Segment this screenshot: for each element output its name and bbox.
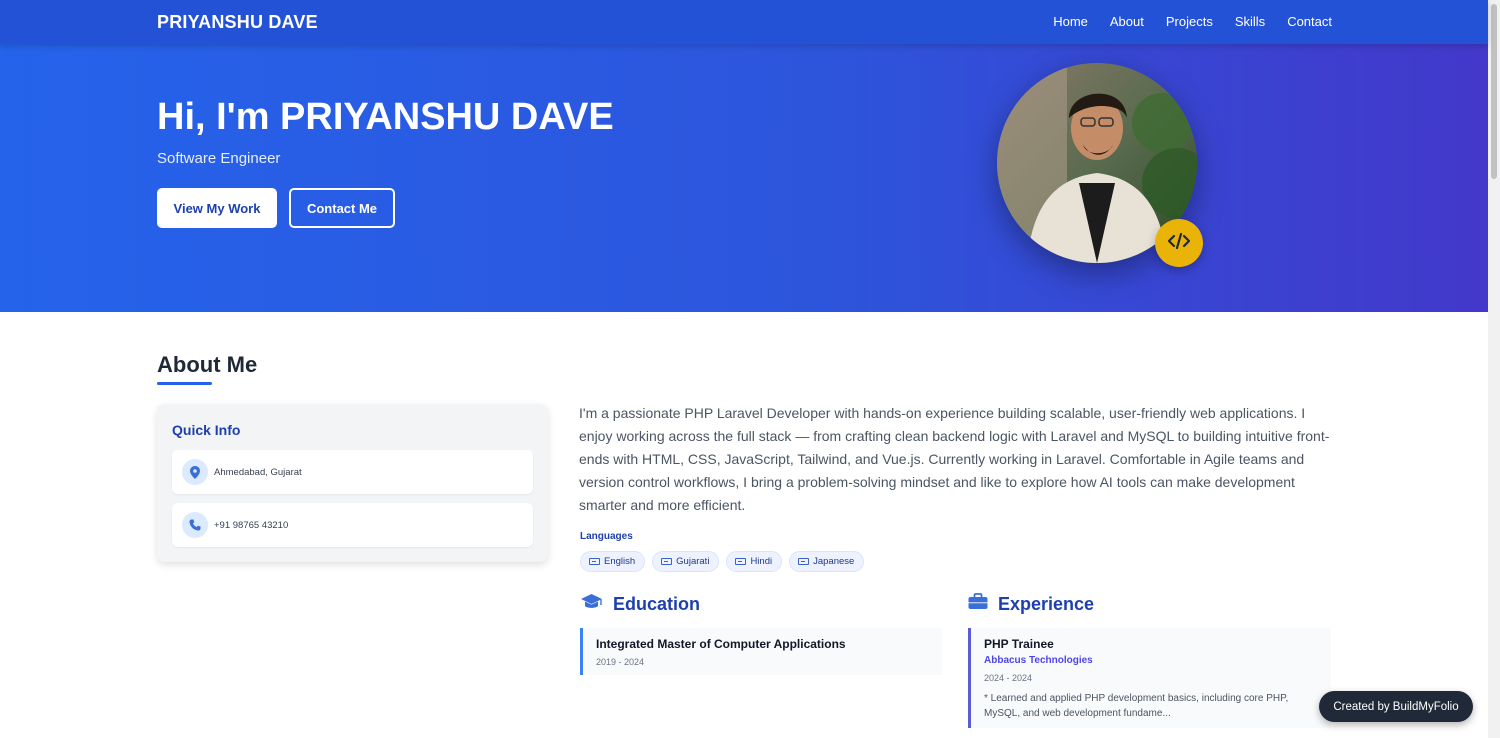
- top-navbar: PRIYANSHU DAVE Home About Projects Skill…: [0, 0, 1488, 44]
- experience-description: * Learned and applied PHP development ba…: [984, 693, 1289, 719]
- graduation-cap-icon: [580, 593, 603, 616]
- phone-text: +91 98765 43210: [214, 519, 289, 531]
- location-pin-icon: [182, 459, 208, 485]
- company-name: Abbacus Technologies: [984, 655, 1093, 666]
- role-title: PHP Trainee: [984, 637, 1054, 651]
- location-row: Ahmedabad, Gujarat: [172, 450, 533, 494]
- experience-title: Experience: [998, 593, 1095, 614]
- code-icon: [1167, 232, 1191, 254]
- language-icon: [589, 558, 600, 565]
- experience-heading: Experience: [968, 593, 1094, 615]
- briefcase-icon: [968, 593, 988, 615]
- language-name: Gujarati: [676, 556, 710, 567]
- contact-me-button[interactable]: Contact Me: [289, 188, 395, 228]
- location-text: Ahmedabad, Gujarat: [214, 466, 302, 478]
- phone-row: +91 98765 43210: [172, 503, 533, 547]
- buildmyfolio-credit-badge[interactable]: Created by BuildMyFolio: [1319, 691, 1473, 722]
- language-name: Hindi: [750, 556, 773, 567]
- language-pill: Gujarati: [652, 551, 720, 572]
- language-name: English: [604, 556, 636, 567]
- education-title: Education: [613, 594, 701, 614]
- education-heading: Education: [580, 593, 700, 616]
- degree-title: Integrated Master of Computer Applicatio…: [596, 637, 846, 651]
- language-name: Japanese: [813, 556, 855, 567]
- phone-icon: [182, 512, 208, 538]
- quick-info-card: Quick Info Ahmedabad, Gujarat +91 98765 …: [157, 404, 548, 562]
- languages-list: English Gujarati Hindi Japanese: [580, 551, 865, 572]
- brand-logo-text[interactable]: PRIYANSHU DAVE: [157, 12, 318, 33]
- nav-about[interactable]: About: [1110, 14, 1144, 29]
- languages-label: Languages: [580, 531, 633, 542]
- about-bio: I'm a passionate PHP Laravel Developer w…: [579, 405, 1330, 513]
- code-badge: [1155, 219, 1203, 267]
- hero-section: Hi, I'm PRIYANSHU DAVE Software Engineer…: [0, 44, 1488, 312]
- nav-home[interactable]: Home: [1053, 14, 1088, 29]
- language-icon: [798, 558, 810, 565]
- education-item: Integrated Master of Computer Applicatio…: [580, 628, 942, 675]
- education-years: 2019 - 2024: [596, 657, 645, 667]
- language-icon: [661, 558, 673, 565]
- language-pill: Japanese: [789, 551, 865, 572]
- title-underline: [157, 382, 212, 385]
- nav-links: Home About Projects Skills Contact: [1031, 14, 1332, 29]
- language-pill: Hindi: [726, 551, 783, 572]
- experience-years: 2024 - 2024: [984, 673, 1033, 683]
- page-scrollbar[interactable]: [1488, 0, 1500, 738]
- language-pill: English: [580, 551, 646, 572]
- quick-info-title: Quick Info: [172, 422, 241, 438]
- nav-skills[interactable]: Skills: [1235, 14, 1265, 29]
- about-section-title: About Me: [157, 352, 258, 377]
- scrollbar-thumb[interactable]: [1491, 4, 1497, 179]
- hero-heading: Hi, I'm PRIYANSHU DAVE: [157, 96, 614, 138]
- nav-contact[interactable]: Contact: [1287, 14, 1332, 29]
- experience-item: PHP Trainee Abbacus Technologies 2024 - …: [968, 628, 1331, 728]
- nav-projects[interactable]: Projects: [1166, 14, 1213, 29]
- hero-subtitle: Software Engineer: [157, 150, 281, 167]
- view-my-work-button[interactable]: View My Work: [157, 188, 277, 228]
- language-icon: [735, 558, 747, 565]
